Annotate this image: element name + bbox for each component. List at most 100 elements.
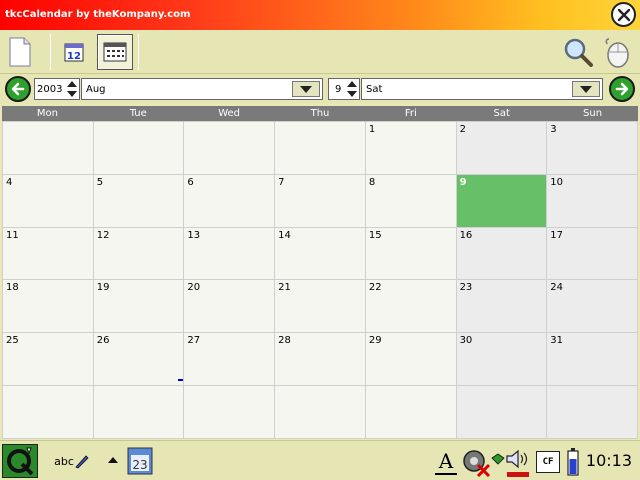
day-cell[interactable]: 20	[184, 280, 275, 333]
arrow-right-icon	[615, 82, 629, 96]
day-cell[interactable]: 26	[93, 333, 184, 386]
volume-tray[interactable]	[504, 446, 532, 478]
day-spinbox[interactable]: 9	[328, 78, 360, 100]
day-cell[interactable]: 3	[547, 122, 637, 174]
day-cell[interactable]: 31	[547, 333, 637, 386]
day-spinner[interactable]	[345, 79, 359, 99]
day-number: 3	[550, 124, 557, 135]
day-cell[interactable]	[184, 122, 275, 174]
day-cell[interactable]	[93, 386, 184, 438]
battery-tray[interactable]	[566, 447, 580, 477]
weekday-label: Fri	[404, 108, 417, 119]
day-number: 7	[278, 176, 285, 188]
taskbar: abc 23 A CF 10:13	[0, 440, 640, 480]
day-number: 22	[368, 282, 382, 294]
input-method-button[interactable]: abc	[50, 451, 94, 471]
day-cell[interactable]	[3, 386, 93, 438]
input-menu-arrow[interactable]	[106, 455, 120, 465]
weekday-combobox[interactable]: Sat	[361, 78, 603, 100]
day-cell[interactable]: 30	[456, 333, 547, 386]
cf-card-tray[interactable]: CF	[536, 451, 560, 473]
pen-icon	[75, 455, 89, 469]
day-number: 6	[187, 176, 194, 188]
calendar-app-icon: 23	[127, 447, 153, 475]
font-tray[interactable]: A	[432, 447, 460, 477]
day-cell[interactable]: 29	[365, 333, 456, 386]
year-value: 2003	[37, 83, 63, 95]
day-cell[interactable]: 25	[3, 333, 93, 386]
day-cell[interactable]: 21	[275, 280, 365, 333]
month-view-button[interactable]	[97, 34, 133, 70]
day-cell[interactable]	[365, 386, 456, 438]
spin-down-icon[interactable]	[345, 89, 359, 99]
day-cell[interactable]: 18	[3, 280, 93, 333]
day-cell[interactable]: 6	[184, 174, 275, 227]
day-cell[interactable]: 10	[547, 174, 637, 227]
day-cell[interactable]: 23	[456, 280, 547, 333]
day-cell[interactable]	[275, 122, 365, 174]
day-cell[interactable]	[275, 386, 365, 438]
year-spinbox[interactable]: 2003	[34, 78, 80, 100]
day-cell[interactable]: 12	[93, 227, 184, 280]
weekday-dropdown-button[interactable]	[572, 81, 600, 97]
new-event-button[interactable]	[2, 34, 38, 70]
document-icon	[9, 37, 31, 67]
toolbar-separator	[138, 34, 139, 70]
day-cell[interactable]: 14	[275, 227, 365, 280]
day-cell[interactable]: 28	[275, 333, 365, 386]
event-marker[interactable]	[177, 379, 183, 382]
search-button[interactable]	[560, 34, 596, 70]
input-method-label: abc	[54, 454, 74, 468]
window-title: tkcCalendar by theKompany.com	[5, 9, 191, 20]
day-cell[interactable]: 16	[456, 227, 547, 280]
day-cell[interactable]	[3, 122, 93, 174]
calendar-app-button[interactable]: 23	[126, 446, 154, 476]
day-cell[interactable]: 8	[365, 174, 456, 227]
spin-up-icon[interactable]	[65, 79, 79, 89]
previous-button[interactable]	[5, 76, 31, 102]
day-number: 23	[459, 282, 473, 294]
cf-card-icon: CF	[542, 457, 554, 467]
day-cell[interactable]: 19	[93, 280, 184, 333]
close-icon	[617, 8, 630, 21]
day-value: 9	[335, 83, 342, 95]
q-logo-icon	[7, 447, 34, 476]
day-cell[interactable]: 27	[184, 333, 275, 386]
weekday-label: Sun	[583, 108, 603, 119]
toolbar-separator	[50, 34, 51, 70]
weekday-label: Wed	[218, 108, 241, 119]
mouse-button[interactable]	[598, 34, 634, 70]
day-cell[interactable]: 11	[3, 227, 93, 280]
day-cell[interactable]: 2	[456, 122, 547, 174]
day-number: 27	[187, 335, 201, 347]
day-cell[interactable]: 7	[275, 174, 365, 227]
day-cell[interactable]	[184, 386, 275, 438]
day-cell[interactable]: 9	[456, 174, 547, 227]
month-dropdown-button[interactable]	[292, 81, 320, 97]
day-cell[interactable]: 13	[184, 227, 275, 280]
weekday-label: Thu	[310, 108, 330, 119]
day-cell[interactable]: 15	[365, 227, 456, 280]
day-view-button[interactable]: 12	[56, 34, 92, 70]
day-cell[interactable]	[547, 386, 637, 438]
day-cell[interactable]: 17	[547, 227, 637, 280]
start-button[interactable]	[2, 444, 38, 478]
day-cell[interactable]: 5	[93, 174, 184, 227]
month-combobox[interactable]: Aug	[81, 78, 323, 100]
day-number: 24	[550, 282, 564, 294]
day-cell[interactable]	[93, 122, 184, 174]
day-cell[interactable]: 4	[3, 174, 93, 227]
year-spinner[interactable]	[65, 79, 79, 99]
day-number: 29	[368, 335, 382, 347]
day-number: 12	[96, 229, 110, 241]
day-cell[interactable]: 1	[365, 122, 456, 174]
next-button[interactable]	[609, 76, 635, 102]
day-cell[interactable]: 24	[547, 280, 637, 333]
clock[interactable]: 10:13	[586, 451, 632, 470]
close-button[interactable]	[611, 2, 636, 27]
day-cell[interactable]	[456, 386, 547, 438]
spin-up-icon[interactable]	[345, 79, 359, 89]
day-cell[interactable]: 22	[365, 280, 456, 333]
volume-icon	[506, 449, 528, 468]
spin-down-icon[interactable]	[65, 89, 79, 99]
